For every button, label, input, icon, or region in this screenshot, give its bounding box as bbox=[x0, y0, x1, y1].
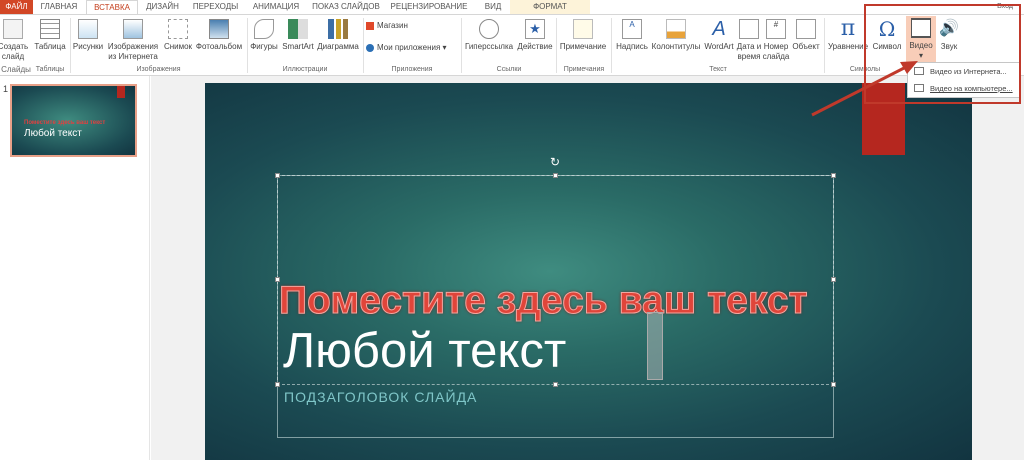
annotation-arrow bbox=[811, 61, 918, 117]
